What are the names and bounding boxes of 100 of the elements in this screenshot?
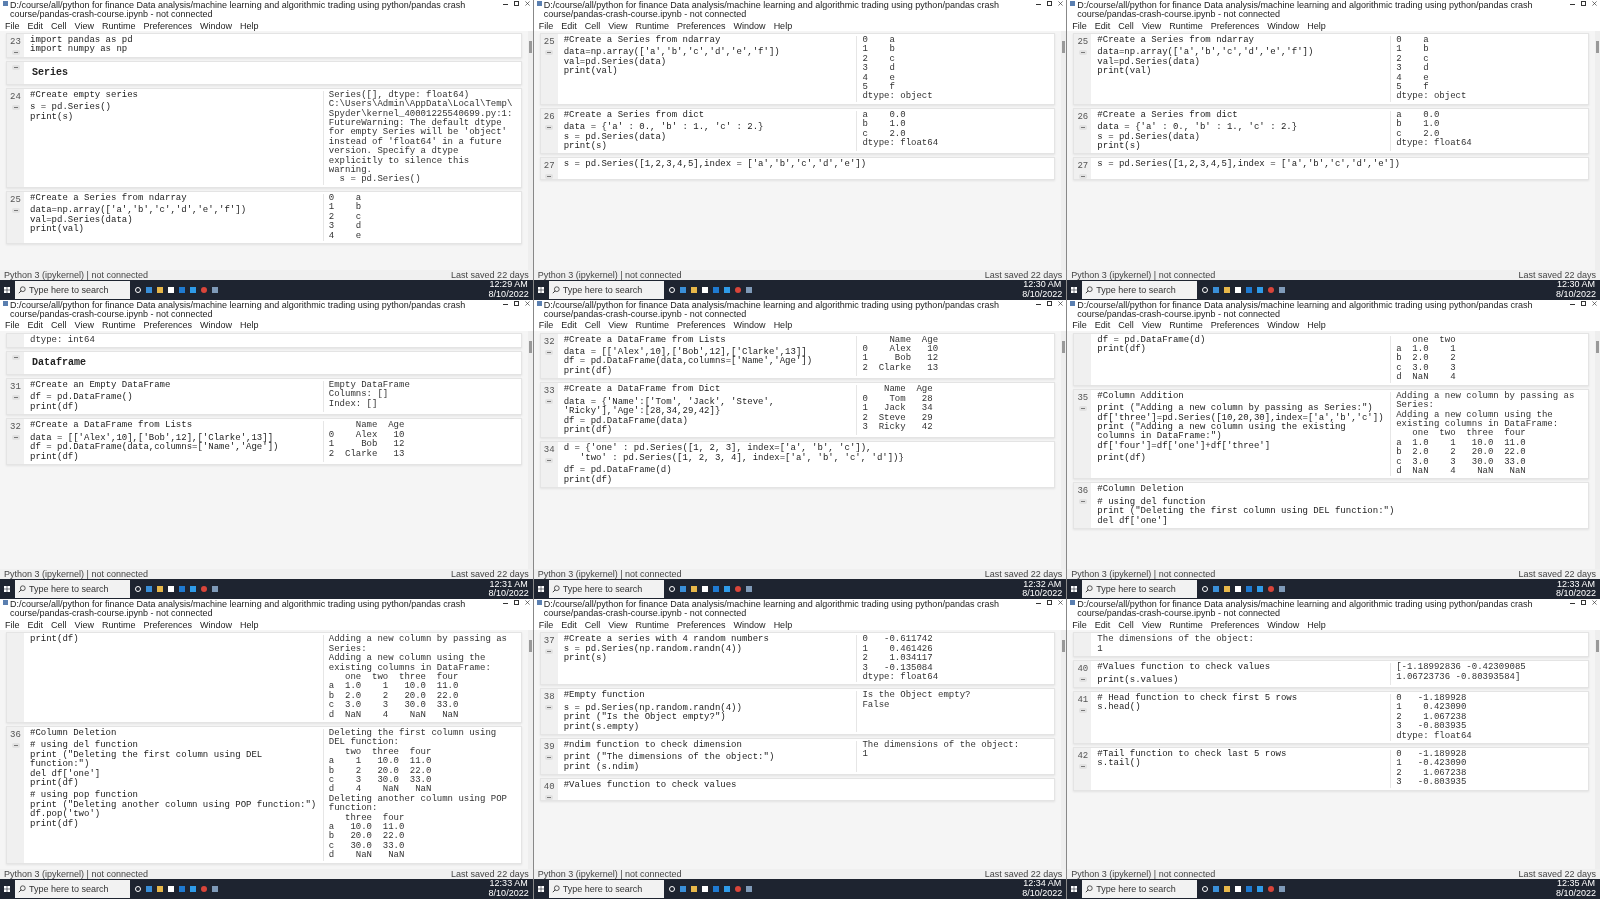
- close-icon[interactable]: [1592, 600, 1597, 606]
- collapse-icon[interactable]: [545, 795, 554, 801]
- taskbar-clock[interactable]: 12:32 AM 8/10/2022: [1022, 579, 1063, 599]
- menu-item[interactable]: Edit: [1094, 20, 1111, 31]
- menu-item[interactable]: Runtime: [101, 619, 136, 630]
- minimize-icon[interactable]: [502, 1, 508, 5]
- menu-item[interactable]: Window: [199, 20, 232, 31]
- menu-item[interactable]: Help: [773, 320, 793, 331]
- menu-item[interactable]: View: [74, 320, 94, 331]
- search-field[interactable]: Type here to search: [1082, 880, 1198, 898]
- menu-item[interactable]: View: [1141, 20, 1162, 31]
- menu-item[interactable]: Preferences: [677, 20, 726, 31]
- scrollbar[interactable]: [1061, 330, 1067, 570]
- close-icon[interactable]: [1058, 1, 1064, 6]
- menu-item[interactable]: Help: [239, 320, 259, 331]
- taskbar-clock[interactable]: 12:29 AM 8/10/2022: [488, 280, 529, 300]
- code-cell[interactable]: 23 import pandas as pd import numpy as np: [6, 33, 522, 58]
- menu-item[interactable]: File: [538, 619, 554, 630]
- collapse-icon[interactable]: [1078, 677, 1087, 683]
- menu-item[interactable]: Edit: [27, 20, 44, 31]
- menu-item[interactable]: Preferences: [143, 20, 192, 31]
- menu-item[interactable]: File: [5, 320, 20, 331]
- code-cell[interactable]: 25 #Create a Series from ndarray data=np.array(['a','b','c','d','e','f']) val=pd.Series(data) print(val) 0 a 1 b 2 c 3 d 4 e: [6, 190, 522, 244]
- search-field[interactable]: Type here to search: [548, 880, 664, 898]
- menu-item[interactable]: Window: [733, 320, 766, 331]
- code-cell[interactable]: 40 #Values function to check values print(s.values) [-1.18992836 -0.42309085 1.06723736 -0.80393584]: [1073, 660, 1589, 688]
- menu-item[interactable]: Preferences: [1210, 20, 1260, 31]
- code-cell[interactable]: [6, 87, 522, 188]
- menu-item[interactable]: Preferences: [1210, 320, 1260, 331]
- menu-item[interactable]: Window: [199, 320, 232, 331]
- menu-item[interactable]: File: [1072, 619, 1087, 630]
- collapse-icon[interactable]: [11, 207, 20, 213]
- maximize-icon[interactable]: [1047, 300, 1053, 306]
- scrollbar-thumb[interactable]: [1596, 41, 1599, 53]
- menu-item[interactable]: View: [608, 20, 628, 31]
- menu-item[interactable]: File: [5, 20, 20, 31]
- menu-item[interactable]: Help: [1307, 619, 1326, 630]
- collapse-icon[interactable]: [1078, 174, 1087, 180]
- taskbar-clock[interactable]: 12:31 AM 8/10/2022: [488, 579, 529, 599]
- code-cell[interactable]: 27 s = pd.Series([1,2,3,4,5],index = ['a','b','c','d','e']): [1073, 157, 1589, 181]
- collapse-icon[interactable]: [545, 124, 554, 130]
- collapse-icon[interactable]: [11, 435, 20, 441]
- collapse-icon[interactable]: [1078, 499, 1087, 505]
- code-cell[interactable]: [6, 726, 522, 864]
- maximize-icon[interactable]: [1047, 1, 1053, 6]
- menu-item[interactable]: Cell: [1118, 619, 1134, 630]
- minimize-icon[interactable]: [502, 600, 508, 605]
- menu-item[interactable]: Window: [1267, 20, 1300, 31]
- close-icon[interactable]: [1058, 300, 1064, 306]
- menu-item[interactable]: Runtime: [635, 20, 670, 31]
- menu-item[interactable]: Edit: [561, 320, 577, 331]
- scrollbar-thumb[interactable]: [528, 340, 532, 353]
- menu-item[interactable]: Edit: [561, 619, 577, 630]
- menu-item[interactable]: View: [608, 619, 628, 630]
- code-cell[interactable]: 41 # Head function to check first 5 rows s.head() 0 -1.189928 1 0.423090 2 1.067238 3 -0.803935 dtype: float64: [1073, 690, 1589, 744]
- minimize-icon[interactable]: [1036, 1, 1042, 5]
- minimize-icon[interactable]: [1036, 600, 1042, 605]
- menu-item[interactable]: Edit: [27, 320, 44, 331]
- markdown-cell[interactable]: Series: [6, 60, 522, 85]
- menu-item[interactable]: Cell: [584, 20, 601, 31]
- minimize-icon[interactable]: [1570, 1, 1575, 5]
- menu-item[interactable]: Cell: [1118, 20, 1134, 31]
- code-cell[interactable]: 42 #Tail function to check last 5 rows s.tail() 0 -1.189928 1 -0.423090 2 1.067238 3 -0.803935: [1073, 747, 1589, 791]
- menu-item[interactable]: View: [1141, 619, 1162, 630]
- scrollbar[interactable]: [1595, 330, 1600, 570]
- scrollbar-thumb[interactable]: [1596, 640, 1599, 653]
- menu-item[interactable]: Cell: [1118, 320, 1134, 331]
- maximize-icon[interactable]: [1581, 600, 1586, 606]
- menu-item[interactable]: Preferences: [677, 619, 726, 630]
- code-cell[interactable]: 39 #ndim function to check dimension print ("The dimensions of the object:") print (s.ndim) The dimensions of the object: 1: [539, 738, 1056, 776]
- maximize-icon[interactable]: [1047, 600, 1053, 606]
- windows-logo-icon[interactable]: [537, 286, 544, 293]
- maximize-icon[interactable]: [513, 300, 519, 306]
- code-cell[interactable]: 37 #Create a series with 4 random numbers s = pd.Series(np.random.randn(4)) print(s) 0 -0.611742 1 0.461426 2 1.034117 3 -0.135084 dtype: float64: [539, 632, 1056, 686]
- scrollbar-thumb[interactable]: [1062, 340, 1066, 353]
- menu-item[interactable]: Runtime: [101, 320, 136, 331]
- minimize-icon[interactable]: [1570, 600, 1575, 605]
- menu-item[interactable]: Cell: [584, 619, 601, 630]
- menu-item[interactable]: File: [538, 20, 554, 31]
- collapse-icon[interactable]: [11, 104, 20, 110]
- scrollbar-thumb[interactable]: [1062, 41, 1066, 53]
- code-cell[interactable]: 27 s = pd.Series([1,2,3,4,5],index = ['a','b','c','d','e']): [539, 157, 1056, 181]
- code-cell[interactable]: df = pd.DataFrame(d) print(df) one two a 1.0 1 b 2.0 2 c 3.0 3 d NaN 4: [1073, 332, 1589, 386]
- collapse-icon[interactable]: [545, 174, 554, 180]
- markdown-cell[interactable]: Dataframe: [6, 351, 522, 376]
- collapse-icon[interactable]: [1078, 405, 1087, 411]
- taskbar-clock[interactable]: 12:30 AM 8/10/2022: [1555, 280, 1596, 300]
- collapse-icon[interactable]: [545, 50, 554, 55]
- menu-item[interactable]: View: [608, 320, 628, 331]
- maximize-icon[interactable]: [513, 1, 519, 6]
- collapse-icon[interactable]: [1078, 50, 1087, 55]
- code-cell[interactable]: 32 #Create a DataFrame from Lists data = [['Alex',10],['Bob',12],['Clarke',13]] df = pd.DataFrame(data,columns=['Name','Age']) print(df) Name Age 0 Alex 10 1 Bob 12 2 Clarke 13: [6, 418, 522, 465]
- close-icon[interactable]: [524, 300, 530, 306]
- code-cell[interactable]: 25 #Create a Series from ndarray data=np.array(['a','b','c','d','e','f']) val=pd.Series(data) print(val) 0 a 1 b 2 c 3 d 4 e 5 f dtype: object: [539, 33, 1056, 105]
- code-cell[interactable]: 38 #Empty function s = pd.Series(np.random.randn(4)) print ("Is the Object empty?") print(s.empty) Is the Object empty? False: [539, 688, 1056, 735]
- taskbar-clock[interactable]: 12:34 AM 8/10/2022: [1022, 879, 1063, 899]
- collapse-icon[interactable]: [545, 399, 554, 405]
- taskbar-clock[interactable]: 12:33 AM 8/10/2022: [1555, 579, 1596, 599]
- menu-item[interactable]: Preferences: [143, 619, 192, 630]
- code-cell[interactable]: dtype: int64: [6, 332, 522, 349]
